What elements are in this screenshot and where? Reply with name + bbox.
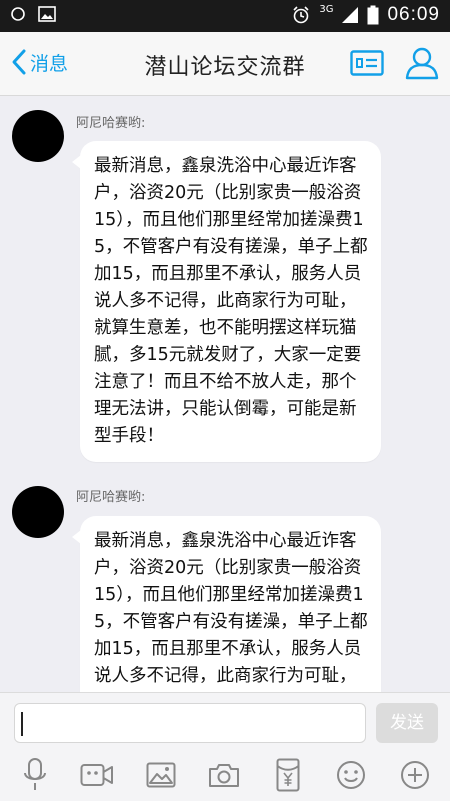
- microphone-icon: [24, 758, 46, 790]
- id-card-icon: [350, 50, 384, 76]
- emoji-icon: [337, 761, 365, 789]
- status-right: 3G 06:09: [291, 4, 440, 26]
- voice-button[interactable]: [15, 755, 55, 795]
- clock: 06:09: [387, 4, 440, 25]
- image-icon: [146, 762, 176, 788]
- gallery-notification-icon: [38, 6, 56, 22]
- circle-notification-icon: [11, 7, 25, 21]
- camera-button[interactable]: [204, 755, 244, 795]
- status-bar: 3G 06:09: [0, 0, 450, 32]
- avatar[interactable]: [12, 486, 64, 538]
- network-type-label: 3G: [319, 3, 334, 15]
- alarm-icon: [293, 6, 309, 24]
- nav-bar: 消息 潜山论坛交流群: [0, 32, 450, 96]
- red-packet-icon: [276, 758, 300, 792]
- sender-name: 阿尼哈赛哟:: [76, 490, 146, 505]
- more-button[interactable]: [395, 755, 435, 795]
- sender-name: 阿尼哈赛哟:: [76, 116, 146, 131]
- chat-area[interactable]: 阿尼哈赛哟: 最新消息，鑫泉洗浴中心最近诈客户，浴资20元（比别家贵一般浴资15…: [0, 96, 450, 692]
- person-icon: [405, 47, 439, 80]
- camera-icon: [209, 764, 239, 787]
- message-bubble[interactable]: 最新消息，鑫泉洗浴中心最近诈客户，浴资20元（比别家贵一般浴资15），而且他们那…: [72, 516, 381, 692]
- group-card-button[interactable]: [350, 50, 384, 80]
- toolbar: [0, 755, 450, 795]
- group-members-button[interactable]: [404, 46, 440, 84]
- avatar[interactable]: [12, 110, 64, 162]
- red-packet-button[interactable]: [268, 755, 308, 795]
- photo-button[interactable]: [141, 755, 181, 795]
- video-icon: [80, 764, 113, 786]
- send-button[interactable]: 发送: [376, 703, 438, 743]
- video-call-button[interactable]: [77, 755, 117, 795]
- plus-icon: [401, 761, 429, 789]
- message-input[interactable]: [14, 703, 366, 743]
- battery-icon: [367, 5, 379, 25]
- signal-icon: [342, 7, 359, 23]
- status-left: [10, 6, 56, 22]
- text-caret: [21, 712, 23, 736]
- input-bar: 发送: [0, 692, 450, 801]
- message-bubble[interactable]: 最新消息，鑫泉洗浴中心最近诈客户，浴资20元（比别家贵一般浴资15），而且他们那…: [72, 141, 381, 462]
- emoji-button[interactable]: [331, 755, 371, 795]
